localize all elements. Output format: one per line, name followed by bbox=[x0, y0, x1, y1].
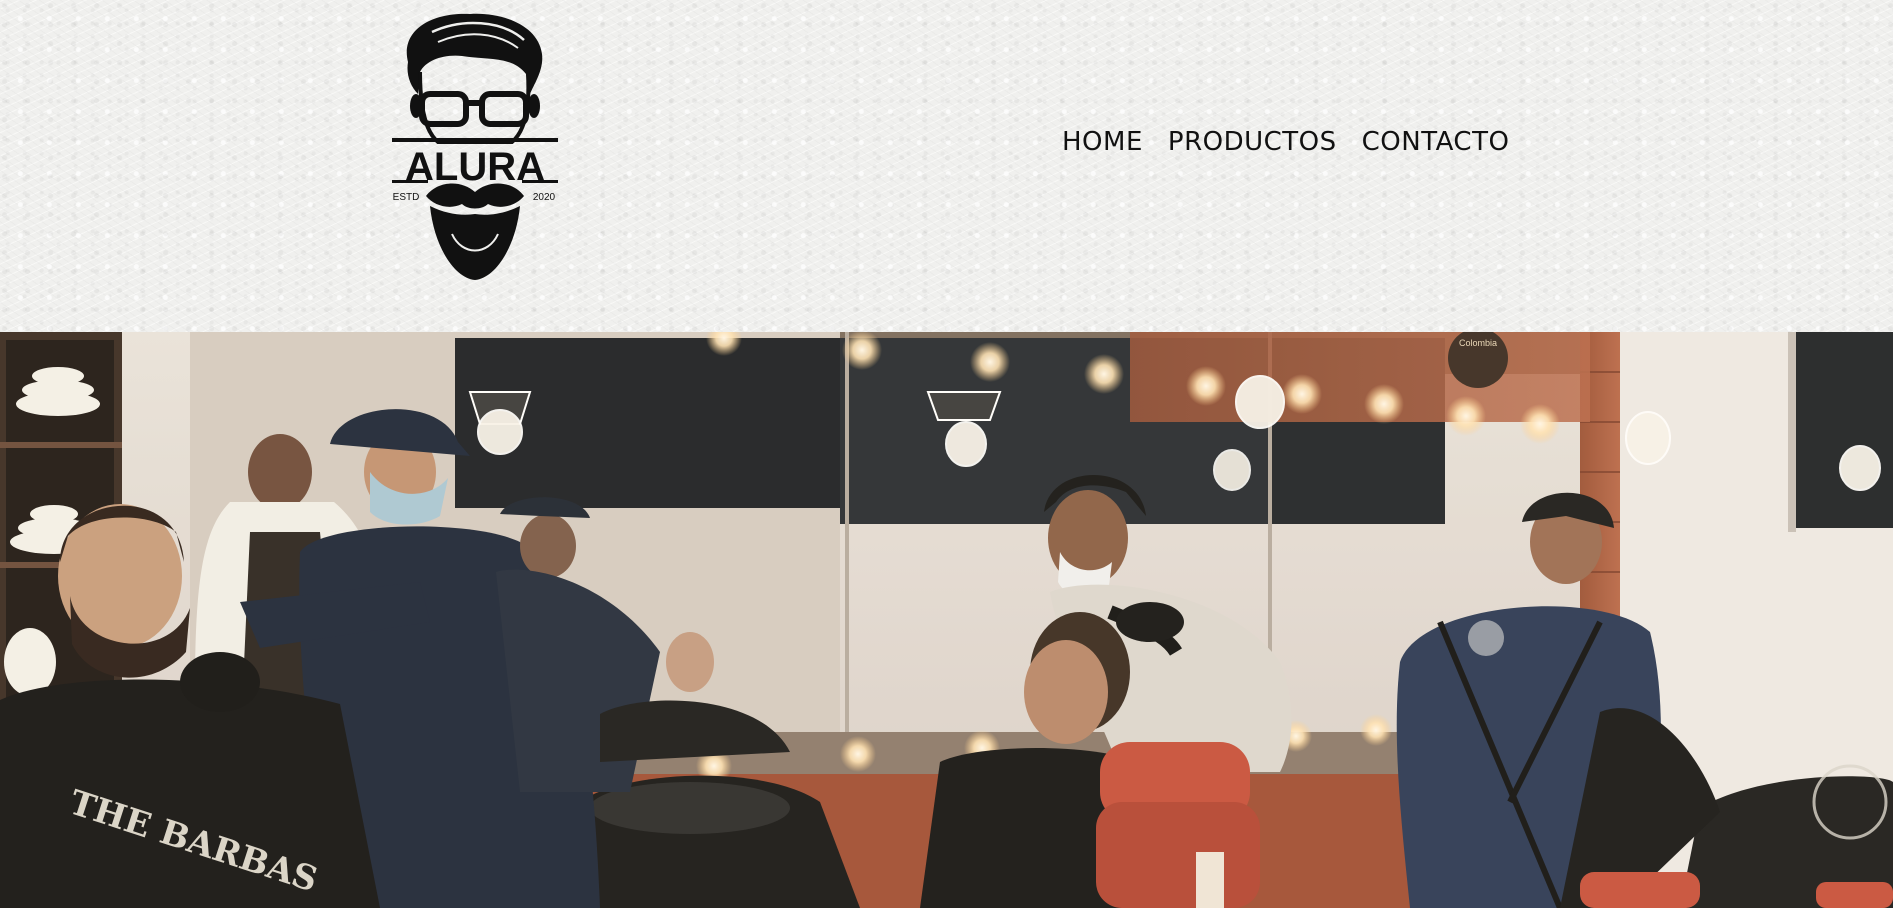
brand-est-right: 2020 bbox=[533, 192, 556, 203]
page: ALURA ESTD 2020 HOME PRODUCTOS CONTACTO bbox=[0, 0, 1893, 908]
barbershop-scene-image: Colombia THE BARBAS bbox=[0, 332, 1893, 908]
brand-est-left: ESTD bbox=[393, 192, 420, 203]
bearded-man-logo-icon: ALURA ESTD 2020 bbox=[392, 13, 558, 280]
nav-contacto-link[interactable]: CONTACTO bbox=[1362, 126, 1510, 158]
brand-name: ALURA bbox=[405, 145, 545, 189]
site-header: ALURA ESTD 2020 HOME PRODUCTOS CONTACTO bbox=[0, 0, 1893, 332]
nav-home-link[interactable]: HOME bbox=[1062, 126, 1143, 158]
hero-barbershop-photo: Colombia THE BARBAS bbox=[0, 332, 1893, 908]
main-nav: HOME PRODUCTOS CONTACTO bbox=[1062, 126, 1509, 158]
brand-logo[interactable]: ALURA ESTD 2020 bbox=[392, 10, 558, 282]
nav-productos-link[interactable]: PRODUCTOS bbox=[1168, 126, 1337, 158]
